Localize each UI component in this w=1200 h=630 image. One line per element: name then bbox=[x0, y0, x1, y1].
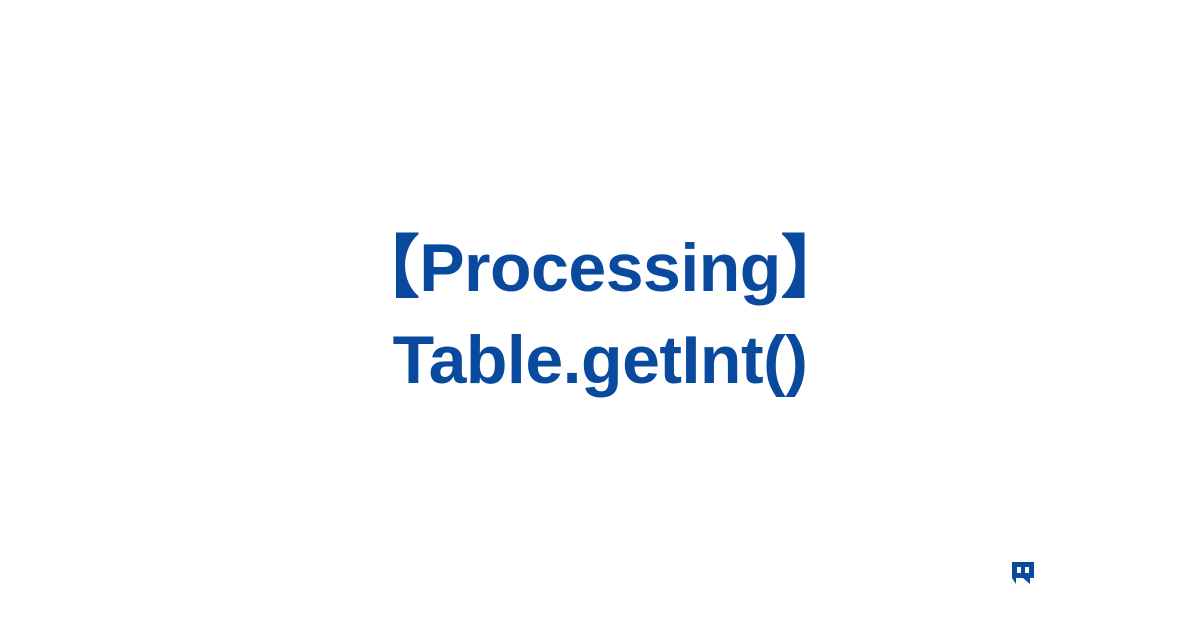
title-block: 【Processing】 Table.getInt() bbox=[352, 223, 849, 407]
title-line-1: 【Processing】 bbox=[352, 223, 849, 315]
title-line-2: Table.getInt() bbox=[352, 315, 849, 407]
brand-logo-icon bbox=[1012, 562, 1034, 588]
